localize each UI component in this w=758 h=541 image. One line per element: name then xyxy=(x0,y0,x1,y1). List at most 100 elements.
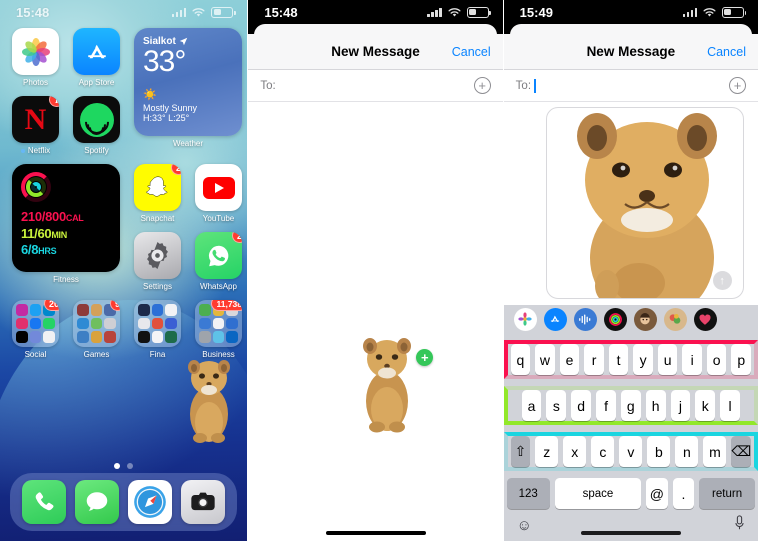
key-h[interactable]: h xyxy=(645,390,666,421)
keyboard-row-2: a s d f g h j k l xyxy=(503,386,758,425)
key-z[interactable]: z xyxy=(535,436,559,467)
key-a[interactable]: a xyxy=(521,390,542,421)
key-u[interactable]: u xyxy=(657,344,678,375)
app-icon-netflix[interactable]: N 1 Netflix xyxy=(12,96,59,155)
battery-icon xyxy=(466,6,491,18)
to-field-row[interactable]: To: + xyxy=(248,70,503,102)
lion-cub-sticker-on-wallpaper[interactable] xyxy=(178,352,240,444)
app-icon-spotify[interactable]: Spotify xyxy=(73,96,120,155)
emoji-smiley-icon[interactable]: ☺ xyxy=(517,517,532,534)
key-p[interactable]: p xyxy=(731,344,751,375)
memoji-app-icon[interactable] xyxy=(633,307,657,331)
space-key[interactable]: space xyxy=(554,478,642,509)
sticker-preview-bubble[interactable]: ↑ xyxy=(545,107,744,299)
wifi-icon xyxy=(192,7,205,17)
key-e[interactable]: e xyxy=(559,344,580,375)
wifi-icon xyxy=(703,7,716,17)
cancel-button[interactable]: Cancel xyxy=(452,45,491,59)
battery-icon xyxy=(211,6,236,18)
page-dot-1[interactable] xyxy=(114,463,121,469)
app-icon-app-store[interactable]: App Store xyxy=(73,28,120,87)
cellular-signal-icon xyxy=(171,7,187,17)
cancel-button[interactable]: Cancel xyxy=(707,45,746,59)
plus-circle-icon[interactable]: + xyxy=(729,77,746,94)
app-label: Snapchat xyxy=(140,214,175,223)
key-f[interactable]: f xyxy=(596,390,616,421)
audio-message-app-icon[interactable] xyxy=(573,307,597,331)
app-icon-whatsapp[interactable]: 2 WhatsApp xyxy=(195,232,242,291)
key-l[interactable]: l xyxy=(720,390,740,421)
numbers-key[interactable]: 123 xyxy=(506,478,550,509)
key-t[interactable]: t xyxy=(608,344,629,375)
at-key[interactable]: @ xyxy=(646,478,668,509)
key-w[interactable]: w xyxy=(535,344,555,375)
messages-icon[interactable] xyxy=(75,480,120,524)
folder-games[interactable]: 9 Games xyxy=(73,300,120,359)
activity-rings-icon xyxy=(21,172,51,202)
safari-icon[interactable] xyxy=(128,480,173,524)
key-j[interactable]: j xyxy=(670,390,691,421)
period-key[interactable]: . xyxy=(672,478,695,509)
key-c[interactable]: c xyxy=(591,436,615,467)
plus-circle-icon[interactable]: + xyxy=(473,77,491,94)
wifi-icon xyxy=(448,7,461,17)
key-d[interactable]: d xyxy=(571,390,592,421)
to-field-row[interactable]: To: + xyxy=(503,70,758,102)
app-icon-settings[interactable]: Settings xyxy=(134,232,181,291)
keyboard-row-4: 123 space @ . return xyxy=(504,478,758,509)
home-row-3: 210/800CAL 11/60MIN 6/8HRS Fitness 2 Sna… xyxy=(12,164,242,291)
cellular-signal-icon xyxy=(682,7,697,17)
key-o[interactable]: o xyxy=(706,344,727,375)
battery-icon xyxy=(722,6,747,18)
page-indicator-dots[interactable] xyxy=(0,463,247,469)
return-key[interactable]: return xyxy=(699,478,755,509)
send-arrow-up-icon[interactable]: ↑ xyxy=(712,271,732,290)
app-store-app-icon[interactable] xyxy=(543,307,567,331)
fitness-app-icon[interactable] xyxy=(603,307,627,331)
app-label: Spotify xyxy=(84,146,109,155)
app-icon-youtube[interactable]: YouTube xyxy=(195,164,242,223)
app-icon-photos[interactable]: Photos xyxy=(12,28,59,87)
folder-icon xyxy=(134,300,181,347)
stickers-app-icon[interactable] xyxy=(663,307,687,331)
fitness-move: 210/800CAL xyxy=(21,209,84,224)
folder-business[interactable]: 11,738 Business xyxy=(195,300,242,359)
key-m[interactable]: m xyxy=(703,436,727,467)
sun-icon: ☀️ xyxy=(143,88,157,101)
imessage-app-row xyxy=(503,305,758,333)
home-indicator xyxy=(325,531,426,535)
fitness-widget[interactable]: 210/800CAL 11/60MIN 6/8HRS xyxy=(12,164,120,272)
key-i[interactable]: i xyxy=(682,344,702,375)
camera-icon[interactable] xyxy=(180,480,225,524)
key-x[interactable]: x xyxy=(563,436,587,467)
key-k[interactable]: k xyxy=(695,390,716,421)
weather-widget[interactable]: Sialkot 33° ☀️ Mostly Sunny H:33° L:25° xyxy=(134,28,242,136)
lion-cub-sticker[interactable] xyxy=(353,329,421,434)
digital-touch-app-icon[interactable] xyxy=(693,307,717,331)
add-sticker-button[interactable]: + xyxy=(416,349,434,366)
key-v[interactable]: v xyxy=(619,436,643,467)
backspace-key[interactable]: ⌫ xyxy=(731,436,751,467)
shift-key[interactable]: ⇧ xyxy=(510,436,531,467)
app-icon-snapchat[interactable]: 2 Snapchat xyxy=(134,164,181,223)
notification-badge: 20 xyxy=(43,300,59,311)
key-g[interactable]: g xyxy=(620,390,641,421)
key-y[interactable]: y xyxy=(633,344,653,375)
app-label: App Store xyxy=(78,78,115,87)
key-q[interactable]: q xyxy=(510,344,531,375)
key-n[interactable]: n xyxy=(675,436,699,467)
photos-app-icon[interactable] xyxy=(513,307,537,331)
page-dot-2[interactable] xyxy=(127,463,134,469)
folder-finance[interactable]: Fina xyxy=(134,300,181,359)
snapchat-icon: 2 xyxy=(134,164,181,211)
key-r[interactable]: r xyxy=(584,344,604,375)
microphone-icon[interactable] xyxy=(734,515,745,535)
photos-icon xyxy=(12,28,59,75)
new-message-panel-sticker-preview: 15:48 New Message Cancel To: + + xyxy=(248,0,503,541)
key-b[interactable]: b xyxy=(647,436,671,467)
navigation-bar: New Message Cancel xyxy=(248,34,503,70)
key-s[interactable]: s xyxy=(546,390,567,421)
phone-icon[interactable] xyxy=(22,480,67,524)
folder-social[interactable]: 20 Social xyxy=(12,300,59,359)
weather-temperature: 33° xyxy=(143,45,186,78)
